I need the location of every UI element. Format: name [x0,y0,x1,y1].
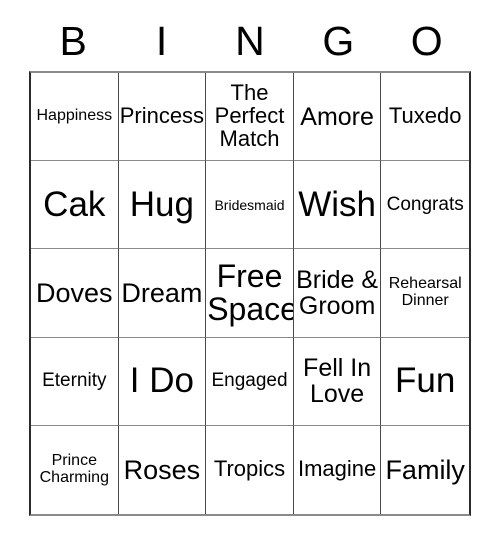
bingo-cell[interactable]: Eternity [31,337,119,426]
bingo-cell-label: I Do [129,361,194,400]
bingo-cell[interactable]: Rehearsal Dinner [381,249,469,338]
bingo-cell-label: Rehearsal Dinner [388,275,462,309]
bingo-cell[interactable]: Bride & Groom [293,249,382,338]
bingo-cell-label: Cak [43,184,106,224]
bingo-cell[interactable]: I Do [118,337,207,426]
bingo-cell-label: Imagine [297,456,377,482]
bingo-cell-label: Prince Charming [39,452,109,486]
bingo-cell-label: Tuxedo [388,103,462,129]
bingo-cell[interactable]: Family [381,425,469,514]
bingo-cell[interactable]: Tropics [206,425,294,514]
bingo-cell-free-space[interactable]: Free Space [206,249,294,338]
bingo-cell-label: Bride & Groom [296,265,379,320]
bingo-cell[interactable]: Happiness [31,73,119,162]
bingo-cell-label: Congrats [386,193,464,215]
bingo-cell-label: Fun [395,361,456,400]
bingo-cell-label: Hug [129,184,194,224]
bingo-card: B I N G O Happiness Princess The Perfect M… [0,0,500,544]
bingo-cell-label: The Perfect Match [214,80,285,152]
bingo-cell[interactable]: Roses [118,425,207,514]
header-letter-b: B [59,17,87,64]
bingo-cell-label: Family [385,454,465,485]
bingo-cell[interactable]: Amore [293,73,382,162]
bingo-cell-label: Dream [121,277,203,308]
bingo-cell[interactable]: Bridesmaid [206,161,294,250]
header-letter-o: O [410,17,443,64]
header-letter-i: I [155,17,168,64]
bingo-cell-label: Free Space [207,257,294,327]
bingo-cell[interactable]: Fun [381,337,469,426]
bingo-cell-label: Wish [298,184,376,224]
bingo-header: B I N G O [29,12,471,70]
bingo-cell-label: Amore [300,102,374,131]
bingo-cell-label: Roses [123,454,201,485]
bingo-cell[interactable]: Princess [118,73,207,162]
bingo-cell[interactable]: The Perfect Match [206,73,294,162]
bingo-cell[interactable]: Congrats [381,161,469,250]
bingo-cell-label: Doves [36,277,113,308]
bingo-cell-label: Happiness [36,107,113,125]
bingo-cell-label: Eternity [42,370,107,392]
bingo-cell[interactable]: Hug [118,161,207,250]
bingo-cell[interactable]: Cak [31,161,119,250]
bingo-cell-label: Bridesmaid [214,196,285,213]
bingo-cell[interactable]: Wish [293,161,382,250]
bingo-cell[interactable]: Doves [31,249,119,338]
bingo-grid: Happiness Princess The Perfect Match Amore T… [29,71,471,516]
bingo-cell[interactable]: Dream [118,249,207,338]
bingo-cell-label: Princess [119,103,205,129]
bingo-cell[interactable]: Engaged [206,337,294,426]
header-letter-n: N [235,17,265,64]
header-letter-g: G [322,17,355,64]
bingo-cell[interactable]: Tuxedo [381,73,469,162]
bingo-cell-label: Fell In Love [303,354,372,409]
bingo-cell[interactable]: Imagine [293,425,382,514]
bingo-cell[interactable]: Fell In Love [293,337,382,426]
bingo-cell-label: Engaged [211,370,288,392]
bingo-cell[interactable]: Prince Charming [31,425,119,514]
bingo-cell-label: Tropics [213,456,286,482]
